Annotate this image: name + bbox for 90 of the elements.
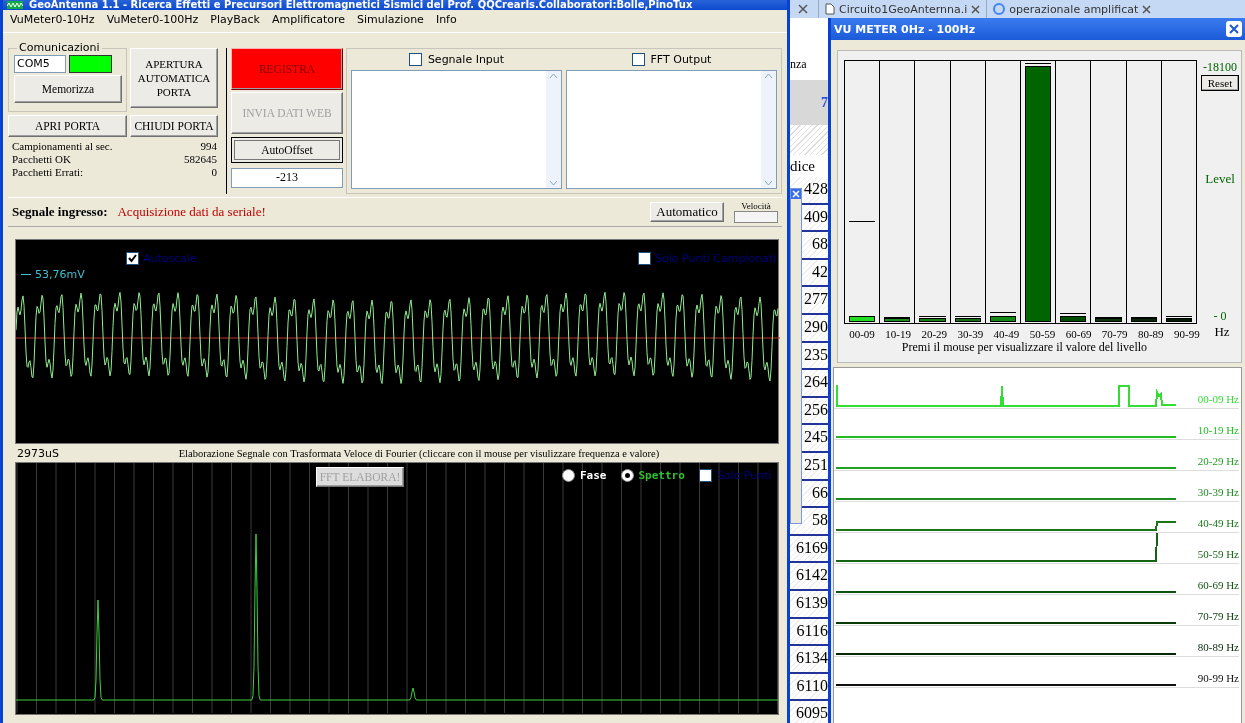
- table-cell: 6110: [790, 673, 828, 702]
- checkbox-label: Segnale Input: [427, 52, 505, 66]
- time-label: 2973uS: [17, 446, 59, 460]
- signal-label: Segnale ingresso:: [12, 204, 108, 220]
- close-icon[interactable]: [1226, 21, 1242, 37]
- stat-value: 0: [210, 166, 217, 178]
- document-icon: [825, 3, 835, 15]
- radio-label: Fase: [580, 469, 607, 482]
- window-title: GeoAntenna 1.1 - Ricerca Effetti e Precursori Elettromagnetici Sismici del Prof. QQCrearIs.Collaboratori:Bolle,PinoTux: [29, 0, 693, 10]
- port-field[interactable]: COM5: [14, 55, 66, 73]
- automatic-button[interactable]: Automatico: [650, 202, 724, 222]
- band-label: 80-89: [1136, 328, 1165, 340]
- trace-label: 80-89 Hz: [1196, 641, 1239, 655]
- trace-label: 50-59 Hz: [1196, 548, 1239, 562]
- menu-item[interactable]: Info: [430, 13, 462, 29]
- checkbox[interactable]: [408, 52, 422, 66]
- window-title: VU METER 0Hz - 100Hz: [834, 22, 976, 36]
- checkbox[interactable]: [638, 252, 651, 265]
- checkbox-label: Solo Punti: [716, 469, 772, 482]
- checkbox-label: FFT Output: [650, 52, 712, 66]
- fft-caption: Elaborazione Segnale con Trasformata Veloce di Fourier (cliccare con il mouse per visulizzare frequenza e valore): [177, 447, 661, 459]
- speed-scrollbar[interactable]: [734, 211, 778, 223]
- text-fragment: 7: [821, 94, 828, 111]
- axis-label: Level: [1205, 171, 1235, 187]
- close-icon[interactable]: [971, 4, 981, 14]
- radio-button[interactable]: [562, 469, 575, 482]
- trace-label: 90-99 Hz: [1196, 672, 1239, 686]
- trace-label: 40-49 Hz: [1196, 517, 1239, 531]
- stat-label: Pacchetti OK: [12, 153, 72, 165]
- auto-open-button[interactable]: APERTURA AUTOMATICA PORTA: [130, 48, 218, 108]
- trace-label: 10-19 Hz: [1196, 424, 1239, 438]
- checkbox[interactable]: [698, 469, 712, 482]
- globe-icon: [993, 3, 1006, 15]
- auto-offset-button[interactable]: AutoOffset: [231, 137, 343, 163]
- reset-button[interactable]: Reset: [1201, 75, 1239, 91]
- stat-label: Campionamenti al sec.: [12, 140, 114, 152]
- menu-item[interactable]: PlayBack: [205, 13, 265, 29]
- band-label: 60-69: [1064, 328, 1093, 340]
- stat-value: 994: [199, 140, 217, 152]
- trace-label: 30-39 Hz: [1196, 486, 1239, 500]
- hatched-background: [790, 125, 828, 155]
- table-cell: 6134: [790, 646, 828, 674]
- band-label: 40-49: [992, 328, 1021, 340]
- table-cell: 6139: [790, 590, 828, 619]
- group-title: Comunicazioni: [17, 41, 102, 54]
- table-cell: 6142: [790, 563, 828, 591]
- text-fragment: nza: [790, 55, 808, 73]
- meter-panel[interactable]: -18100 Reset Level - 0 00-09 10-19 20-29 30-39 40-49 50-59 60-69 70-79 80-89 90-99 Hz Premi il mouse per visualizzare il valore del livello: [837, 50, 1242, 363]
- trace-label: 70-79 Hz: [1196, 610, 1239, 624]
- menu-item[interactable]: Simulazione: [352, 13, 429, 29]
- radio-label: Spettro: [638, 469, 685, 482]
- trace-label: 60-69 Hz: [1196, 579, 1239, 593]
- menu-item[interactable]: VuMeter0-10Hz: [5, 13, 100, 29]
- band-label: 00-09: [848, 328, 876, 340]
- legend-line-icon: [21, 273, 31, 276]
- band-label: 30-39: [956, 328, 985, 340]
- menu-item[interactable]: VuMeter0-100Hz: [101, 13, 204, 29]
- close-port-button[interactable]: CHIUDI PORTA: [130, 115, 218, 137]
- band-label: 70-79: [1100, 328, 1129, 340]
- close-icon[interactable]: [1142, 4, 1152, 14]
- checkbox[interactable]: [631, 52, 645, 66]
- table-cell: 6095: [790, 701, 828, 723]
- checkbox[interactable]: [126, 252, 139, 265]
- oscilloscope-panel[interactable]: Autoscale Solo Punti Campionati 53,76mV: [15, 239, 779, 444]
- offset-field[interactable]: -213: [231, 168, 343, 188]
- unit-label: Hz: [1213, 324, 1231, 340]
- radio-button[interactable]: [620, 469, 634, 482]
- band-label: 50-59: [1028, 328, 1057, 340]
- trace-label: 00-09 Hz: [1196, 393, 1239, 407]
- open-port-button[interactable]: APRI PORTA: [8, 115, 127, 137]
- scale-min-label: - 0: [1213, 309, 1227, 324]
- table-cell: 6116: [790, 618, 828, 647]
- scale-label: 53,76mV: [35, 268, 85, 281]
- speed-label: Velocità: [741, 201, 771, 211]
- column-heading: dice: [790, 157, 816, 176]
- menu-item[interactable]: Amplificatore: [266, 13, 351, 29]
- checkbox-label: Autoscale: [143, 252, 197, 265]
- hint-text: Premi il mouse per visualizzare il valore del livello: [900, 340, 1149, 355]
- table-cell: 6169: [790, 535, 828, 564]
- close-icon[interactable]: [798, 4, 808, 14]
- band-label: 10-19: [884, 328, 912, 340]
- band-label: 20-29: [920, 328, 949, 340]
- stat-value: 582645: [184, 153, 217, 165]
- trace-label: 20-29 Hz: [1196, 455, 1239, 469]
- status-message: Acquisizione dati da seriale!: [117, 204, 267, 220]
- checkbox-label: Solo Punti Campionati: [655, 252, 777, 265]
- stat-label: Pacchetti Errati:: [12, 166, 85, 178]
- scale-max-label: -18100: [1203, 60, 1237, 75]
- save-button[interactable]: Memorizza: [14, 75, 122, 103]
- band-label: 90-99: [1173, 328, 1201, 340]
